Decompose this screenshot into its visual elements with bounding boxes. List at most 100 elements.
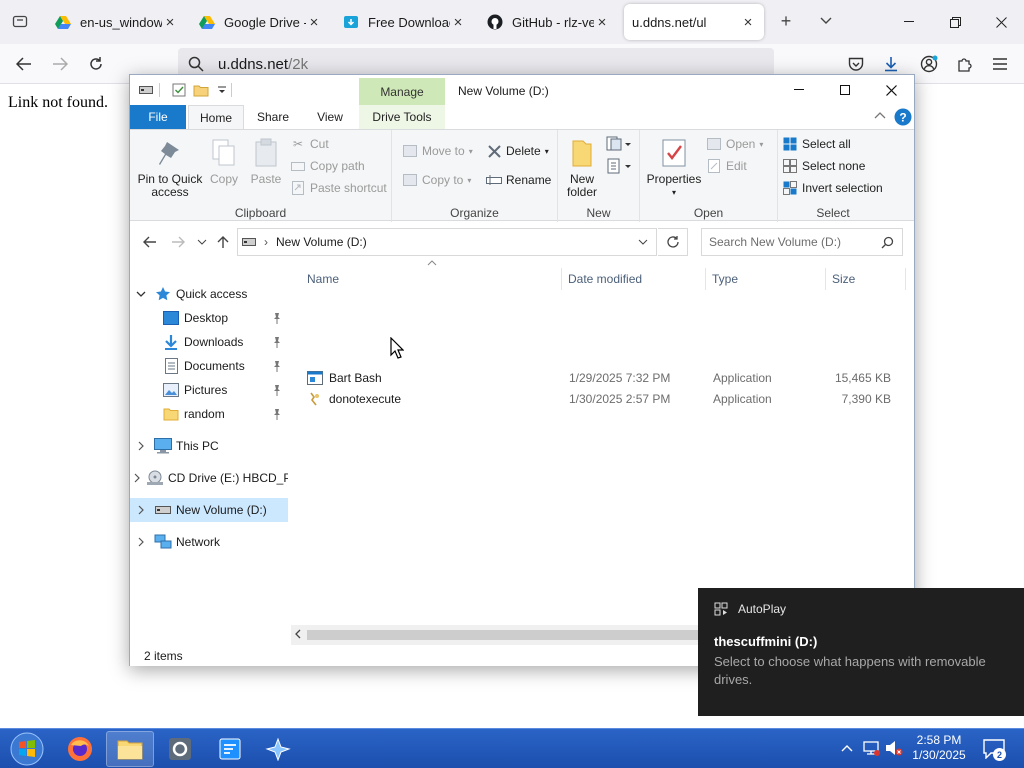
chevron-right-icon[interactable] (134, 537, 148, 547)
delete-button[interactable]: Delete ▾ (486, 141, 549, 161)
nav-new-volume[interactable]: New Volume (D:) (130, 498, 288, 522)
taskbar-clock[interactable]: 2:58 PM 1/30/2025 (906, 733, 972, 763)
tab-overview-icon[interactable] (12, 13, 28, 29)
new-item-icon[interactable] (606, 136, 632, 152)
reload-icon[interactable] (82, 50, 110, 78)
rename-button[interactable]: Rename (486, 170, 551, 190)
close-icon[interactable] (868, 75, 914, 105)
collapse-ribbon-icon[interactable] (874, 111, 886, 119)
scrollbar-thumb[interactable] (307, 630, 727, 640)
tab-drive-tools[interactable]: Drive Tools (359, 105, 445, 129)
chevron-right-icon[interactable] (134, 441, 148, 451)
column-header-size[interactable]: Size (832, 270, 855, 288)
column-header-type[interactable]: Type (712, 270, 738, 288)
column-divider[interactable] (905, 268, 906, 290)
column-header-date[interactable]: Date modified (568, 270, 642, 288)
column-divider[interactable] (561, 268, 562, 290)
nav-quick-access[interactable]: Quick access (130, 282, 288, 306)
browser-close-icon[interactable] (978, 8, 1024, 36)
address-path[interactable]: New Volume (D:) (276, 235, 367, 249)
chevron-right-icon[interactable] (134, 505, 148, 515)
tab-free-download[interactable]: Free Download F × (334, 4, 474, 40)
tab-view[interactable]: View (304, 105, 356, 129)
nav-downloads[interactable]: Downloads (130, 330, 288, 354)
properties-dropdown-icon[interactable]: ▾ (672, 186, 676, 199)
tab-google-drive[interactable]: Google Drive - V × (190, 4, 330, 40)
paste-shortcut-button[interactable]: Paste shortcut (290, 178, 387, 198)
volume-muted-icon[interactable] (885, 739, 903, 757)
column-divider[interactable] (705, 268, 706, 290)
help-icon[interactable]: ? (894, 108, 912, 126)
file-row[interactable]: Bart Bash 1/29/2025 7:32 PM Application … (303, 368, 903, 389)
address-bar[interactable]: › New Volume (D:) (237, 228, 657, 256)
nav-documents[interactable]: Documents (130, 354, 288, 378)
chevron-right-icon[interactable] (134, 473, 140, 483)
new-tab-icon[interactable]: + (778, 11, 794, 31)
file-name[interactable]: donotexecute (329, 392, 401, 406)
back-arrow-icon[interactable] (140, 232, 160, 252)
edit-button[interactable]: Edit (706, 156, 747, 176)
scroll-left-icon[interactable] (295, 629, 301, 639)
properties-button[interactable]: Properties ▾ (646, 136, 702, 199)
new-folder-button[interactable]: New folder (562, 136, 602, 199)
nav-cd-drive[interactable]: CD Drive (E:) HBCD_P (130, 466, 288, 490)
recent-locations-icon[interactable] (192, 232, 212, 252)
close-tab-icon[interactable]: × (740, 14, 756, 31)
easy-access-icon[interactable] (606, 158, 632, 174)
tab-github[interactable]: GitHub - rlz-ve/x × (478, 4, 618, 40)
app-gear-taskbar-icon[interactable] (156, 731, 204, 767)
copy-button[interactable]: Copy (206, 136, 242, 186)
menu-icon[interactable] (986, 50, 1014, 78)
select-none-button[interactable]: Select none (782, 156, 865, 176)
up-arrow-icon[interactable] (213, 232, 233, 252)
chevron-right-icon[interactable]: › (264, 235, 268, 249)
minimize-icon[interactable] (776, 75, 822, 105)
file-explorer-taskbar-icon[interactable] (106, 731, 154, 767)
action-center-icon[interactable]: 2 (982, 737, 1006, 761)
copy-path-button[interactable]: Copy path (290, 156, 365, 176)
search-icon[interactable] (881, 236, 894, 249)
tab-file[interactable]: File (130, 105, 186, 129)
tab-u-ddns[interactable]: u.ddns.net/ul × (624, 4, 764, 40)
nav-network[interactable]: Network (130, 530, 288, 554)
copy-to-button[interactable]: Copy to ▾ (402, 170, 471, 190)
network-tray-icon[interactable] (862, 739, 880, 757)
column-header-name[interactable]: Name (307, 270, 339, 288)
horizontal-scrollbar[interactable] (291, 625, 727, 645)
address-dropdown-icon[interactable] (638, 239, 648, 245)
autoplay-notification[interactable]: AutoPlay thescuffmini (D:) Select to cho… (698, 588, 1024, 716)
nav-pictures[interactable]: Pictures (130, 378, 288, 402)
start-button[interactable] (2, 731, 52, 767)
account-icon[interactable] (915, 50, 943, 78)
paste-button[interactable]: Paste (246, 136, 286, 186)
move-to-button[interactable]: Move to ▾ (402, 141, 473, 161)
properties-check-icon[interactable] (171, 82, 187, 98)
maximize-icon[interactable] (822, 75, 868, 105)
tab-share[interactable]: Share (248, 105, 298, 129)
chevron-down-icon[interactable] (134, 291, 148, 297)
close-tab-icon[interactable]: × (306, 14, 322, 31)
browser-minimize-icon[interactable] (886, 8, 932, 36)
nav-this-pc[interactable]: This PC (130, 434, 288, 458)
pin-to-quick-access-button[interactable]: Pin to Quick access (136, 136, 204, 199)
tab-home[interactable]: Home (188, 105, 244, 129)
file-row[interactable]: donotexecute 1/30/2025 2:57 PM Applicati… (303, 389, 903, 410)
show-hidden-icons-icon[interactable] (838, 739, 856, 757)
list-tabs-icon[interactable] (818, 13, 834, 29)
close-tab-icon[interactable]: × (450, 14, 466, 31)
invert-selection-button[interactable]: Invert selection (782, 178, 883, 198)
nav-random[interactable]: random (130, 402, 288, 426)
extensions-icon[interactable] (950, 50, 978, 78)
app-bird-taskbar-icon[interactable] (254, 731, 302, 767)
firefox-taskbar-icon[interactable] (56, 731, 104, 767)
close-tab-icon[interactable]: × (162, 14, 178, 31)
forward-arrow-icon[interactable] (168, 232, 188, 252)
tab-en-us-windows[interactable]: en-us_windows × (46, 4, 186, 40)
forward-arrow-icon[interactable] (46, 50, 74, 78)
search-box[interactable]: Search New Volume (D:) (701, 228, 903, 256)
browser-restore-icon[interactable] (932, 8, 978, 36)
close-tab-icon[interactable]: × (594, 14, 610, 31)
cut-button[interactable]: ✂ Cut (290, 134, 329, 154)
new-folder-qat-icon[interactable] (193, 82, 209, 98)
nav-desktop[interactable]: Desktop (130, 306, 288, 330)
